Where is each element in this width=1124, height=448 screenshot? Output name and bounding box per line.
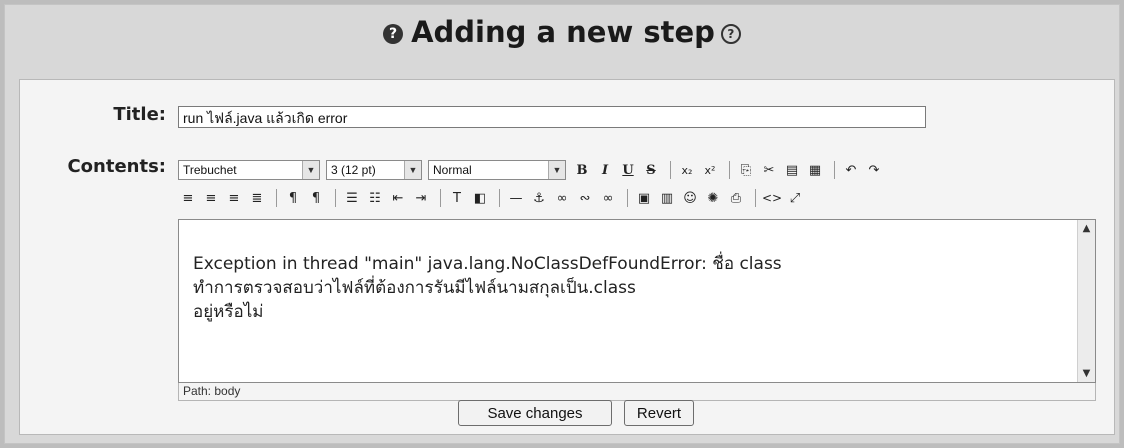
smiley-icon[interactable]: ☺ xyxy=(680,188,700,208)
editor-line: ทำการตรวจสอบว่าไฟล์ที่ต้องการรันมีไฟล์นา… xyxy=(193,278,636,298)
dialog-frame: ? Adding a new step? Title: run ไฟล์.java… xyxy=(4,4,1120,444)
revert-button[interactable]: Revert xyxy=(624,400,694,426)
copy-icon[interactable]: ⎘ xyxy=(736,160,756,180)
size-select[interactable]: 3 (12 pt) ▼ xyxy=(326,160,422,180)
chevron-down-icon: ▼ xyxy=(548,161,565,179)
anchor-icon[interactable]: ⚓ xyxy=(529,188,549,208)
toolbar-separator xyxy=(335,189,336,207)
underline-icon[interactable]: U xyxy=(618,160,638,180)
undo-icon[interactable]: ↶ xyxy=(841,160,861,180)
align-left-icon[interactable]: ≡ xyxy=(178,188,198,208)
align-center-icon[interactable]: ≡ xyxy=(201,188,221,208)
paste-word-icon[interactable]: ▦ xyxy=(805,160,825,180)
title-input[interactable]: run ไฟล์.java แล้วเกิด error xyxy=(178,106,926,128)
table-icon[interactable]: ▥ xyxy=(657,188,677,208)
toolbar-separator xyxy=(755,189,756,207)
toolbar-separator xyxy=(834,161,835,179)
contents-label: Contents: xyxy=(67,156,166,177)
font-select[interactable]: Trebuchet ▼ xyxy=(178,160,320,180)
size-select-value: 3 (12 pt) xyxy=(331,163,376,177)
indent-icon[interactable]: ⇥ xyxy=(411,188,431,208)
format-select-value: Normal xyxy=(433,163,472,177)
editor-line: Exception in thread "main" java.lang.NoC… xyxy=(193,254,782,274)
form-panel: Title: run ไฟล์.java แล้วเกิด error Cont… xyxy=(19,79,1115,435)
editor-line: อยู่หรือไม่ xyxy=(193,302,264,322)
page-title: Adding a new step xyxy=(411,15,715,49)
strikethrough-icon[interactable]: S xyxy=(641,160,661,180)
title-label: Title: xyxy=(113,104,166,125)
chevron-down-icon: ▼ xyxy=(302,161,319,179)
toolbar-separator xyxy=(276,189,277,207)
toolbar-separator xyxy=(670,161,671,179)
toolbar-separator xyxy=(499,189,500,207)
toolbar-separator xyxy=(627,189,628,207)
scroll-up-icon[interactable]: ▲ xyxy=(1078,220,1095,237)
chevron-down-icon: ▼ xyxy=(404,161,421,179)
horizontal-rule-icon[interactable]: — xyxy=(506,188,526,208)
html-icon[interactable]: <> xyxy=(762,188,782,208)
bold-icon[interactable]: B xyxy=(572,160,592,180)
search-replace-icon[interactable]: ⎙ xyxy=(726,188,746,208)
background-color-icon[interactable]: ◧ xyxy=(470,188,490,208)
editor-content[interactable]: Exception in thread "main" java.lang.NoC… xyxy=(193,252,1055,324)
italic-icon[interactable]: I xyxy=(595,160,615,180)
rtl-icon[interactable]: ¶ xyxy=(306,188,326,208)
ltr-icon[interactable]: ¶ xyxy=(283,188,303,208)
content-editor[interactable]: Exception in thread "main" java.lang.NoC… xyxy=(178,219,1096,383)
format-select[interactable]: Normal ▼ xyxy=(428,160,566,180)
paste-icon[interactable]: ▤ xyxy=(782,160,802,180)
help-icon[interactable]: ? xyxy=(720,24,741,44)
outdent-icon[interactable]: ⇤ xyxy=(388,188,408,208)
toolbar-separator xyxy=(440,189,441,207)
toolbar-separator xyxy=(729,161,730,179)
font-select-value: Trebuchet xyxy=(183,163,237,177)
special-char-icon[interactable]: ✺ xyxy=(703,188,723,208)
unlink-icon[interactable]: ∾ xyxy=(575,188,595,208)
unordered-list-icon[interactable]: ☷ xyxy=(365,188,385,208)
ordered-list-icon[interactable]: ☰ xyxy=(342,188,362,208)
nolink-icon[interactable]: ∞ xyxy=(598,188,618,208)
image-icon[interactable]: ▣ xyxy=(634,188,654,208)
editor-scrollbar[interactable]: ▲ ▼ xyxy=(1077,220,1095,382)
fullscreen-icon[interactable]: ⤢ xyxy=(785,188,805,208)
editor-path: Path: body xyxy=(178,383,1096,401)
toolbar-row-1: Trebuchet ▼ 3 (12 pt) ▼ Normal ▼ B I U S… xyxy=(178,158,887,182)
align-right-icon[interactable]: ≡ xyxy=(224,188,244,208)
page-heading: ? Adding a new step? xyxy=(5,15,1119,49)
cut-icon[interactable]: ✂ xyxy=(759,160,779,180)
subscript-icon[interactable]: x₂ xyxy=(677,160,697,180)
superscript-icon[interactable]: x² xyxy=(700,160,720,180)
link-icon[interactable]: ∞ xyxy=(552,188,572,208)
question-icon: ? xyxy=(383,24,404,44)
scroll-down-icon[interactable]: ▼ xyxy=(1078,365,1095,382)
toolbar-row-2: ≡ ≡ ≡ ≣ ¶ ¶ ☰ ☷ ⇤ ⇥ T ◧ — ⚓ ∞ ∾ ∞ ▣ ▥ ☺ … xyxy=(178,186,808,210)
text-color-icon[interactable]: T xyxy=(447,188,467,208)
save-changes-button[interactable]: Save changes xyxy=(458,400,612,426)
justify-icon[interactable]: ≣ xyxy=(247,188,267,208)
redo-icon[interactable]: ↷ xyxy=(864,160,884,180)
